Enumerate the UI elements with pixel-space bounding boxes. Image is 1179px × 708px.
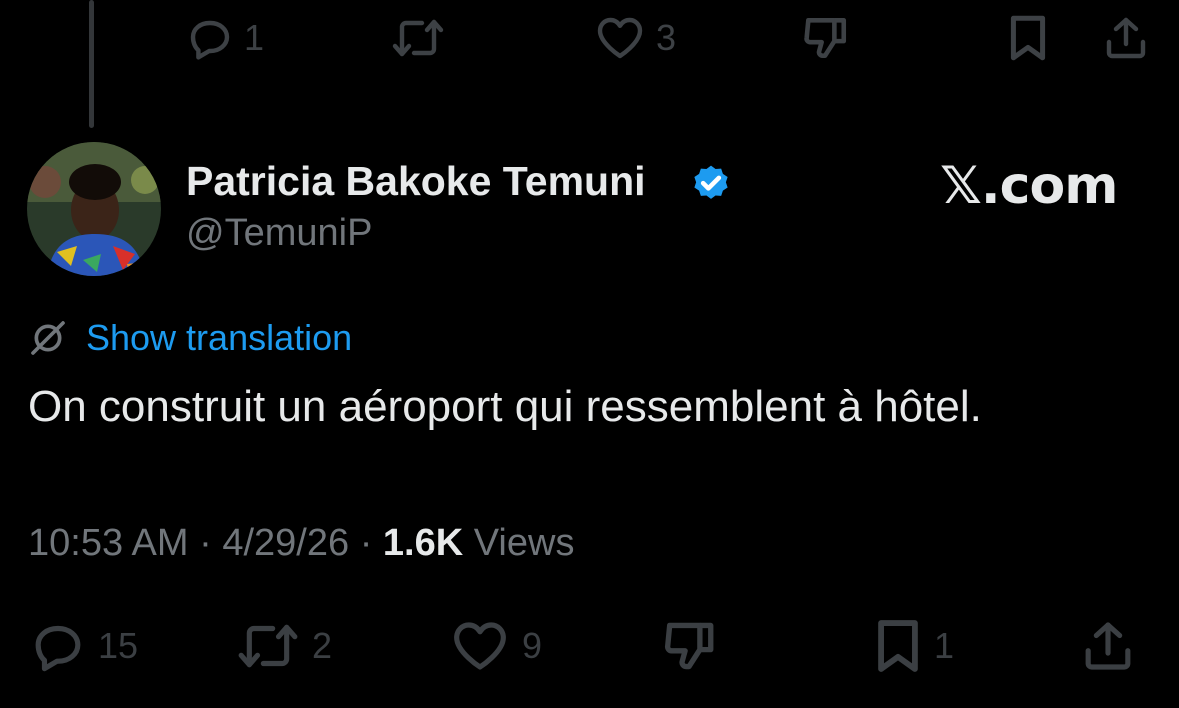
translate-icon	[31, 321, 65, 355]
repost-button[interactable]	[390, 8, 456, 68]
repost-button[interactable]: 2	[234, 616, 332, 676]
share-icon	[1085, 622, 1131, 670]
previous-tweet-actions: 1 3	[0, 8, 1179, 68]
like-count: 3	[656, 17, 677, 58]
show-translation-link[interactable]: Show translation	[86, 317, 352, 359]
reply-icon	[35, 625, 81, 672]
reply-button[interactable]: 15	[28, 616, 138, 676]
share-button[interactable]	[1102, 8, 1150, 68]
dislike-button[interactable]	[800, 8, 850, 68]
reply-icon	[190, 20, 230, 60]
bookmark-button[interactable]: 1	[872, 616, 954, 676]
tweet-text: On construit un aéroport qui ressemblent…	[28, 382, 982, 431]
reply-count: 15	[98, 625, 139, 666]
like-icon	[454, 622, 506, 670]
meta-separator: ·	[359, 522, 373, 564]
author-name[interactable]: Patricia Bakoke Temuni	[186, 158, 646, 205]
repost-count: 2	[312, 625, 333, 666]
tweet-date[interactable]: 4/29/26	[222, 522, 349, 564]
tweet-time[interactable]: 10:53 AM	[28, 522, 189, 564]
dislike-button[interactable]	[660, 616, 718, 676]
views-count: 1.6K	[382, 522, 464, 564]
bookmark-icon	[878, 620, 918, 672]
reply-count: 1	[244, 17, 265, 58]
repost-icon	[392, 19, 444, 57]
bookmark-count: 1	[934, 625, 955, 666]
dislike-icon	[804, 18, 847, 59]
avatar[interactable]	[27, 142, 161, 276]
tweet-actions: 15 2 9 1	[0, 616, 1179, 676]
translate-row[interactable]: Show translation	[28, 316, 352, 360]
repost-icon	[238, 624, 298, 668]
author-handle[interactable]: @TemuniP	[186, 212, 372, 255]
reply-button[interactable]: 1	[186, 8, 264, 68]
like-button[interactable]: 9	[448, 616, 542, 676]
like-count: 9	[522, 625, 543, 666]
share-icon	[1106, 17, 1146, 59]
share-button[interactable]	[1080, 616, 1136, 676]
brand-watermark: 𝕏.com	[940, 156, 1118, 216]
dislike-icon	[664, 622, 714, 670]
meta-separator: ·	[199, 522, 212, 564]
like-button[interactable]: 3	[594, 8, 676, 68]
tweet-meta: 10:53 AM · 4/29/26 · 1.6K Views	[28, 522, 574, 565]
views-label: Views	[473, 522, 575, 564]
like-icon	[597, 17, 643, 59]
bookmark-icon	[1010, 15, 1046, 61]
bookmark-button[interactable]	[1006, 8, 1050, 68]
avatar-photo	[27, 142, 161, 276]
verified-icon	[694, 165, 728, 199]
